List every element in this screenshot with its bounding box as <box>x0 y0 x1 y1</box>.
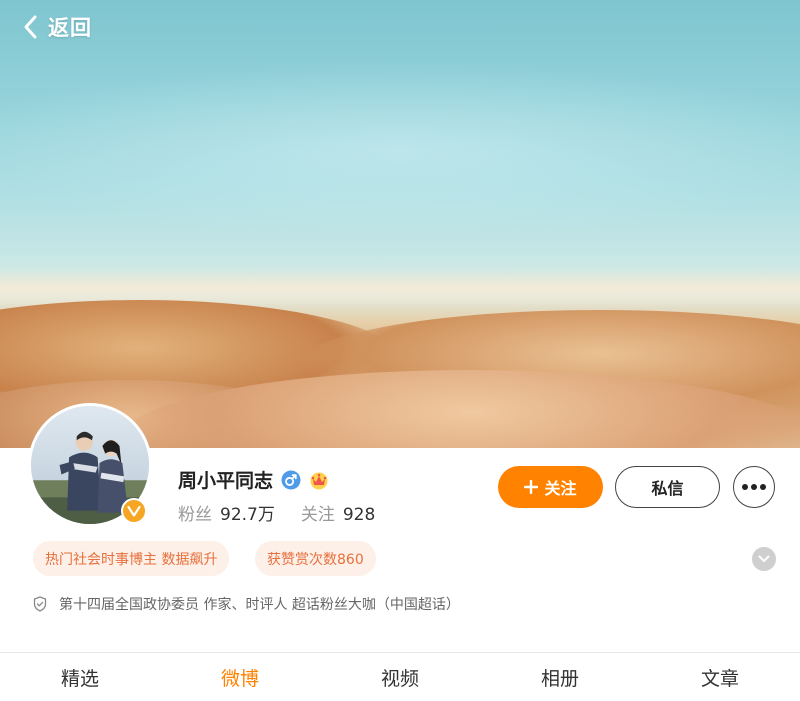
fans-label: 粉丝 <box>178 505 212 525</box>
following-count: 928 <box>342 505 376 525</box>
back-label: 返回 <box>48 16 92 40</box>
cover-sea <box>0 60 800 240</box>
male-icon <box>281 470 301 489</box>
expand-button[interactable] <box>752 547 776 571</box>
verified-v-icon <box>121 498 147 524</box>
chevron-left-icon <box>24 15 37 39</box>
profile-name-row: 周小平同志 <box>178 466 329 493</box>
following-label: 关注 <box>300 505 335 525</box>
follow-label: 关注 <box>544 479 577 498</box>
message-label: 私信 <box>651 479 684 498</box>
tag-hot-blogger[interactable]: 热门社会时事博主 数据飙升 <box>33 541 230 576</box>
tab-videos[interactable]: 视频 <box>320 653 480 701</box>
tag-reward-count[interactable]: 获赞赏次数860 <box>255 541 376 576</box>
profile-cover-image: 返回 <box>0 0 800 448</box>
tab-featured[interactable]: 精选 <box>0 653 160 701</box>
crown-badge-icon[interactable] <box>309 470 329 490</box>
message-button[interactable]: 私信 <box>615 466 720 508</box>
chevron-down-icon <box>758 555 770 562</box>
tab-albums[interactable]: 相册 <box>480 653 640 701</box>
more-button[interactable] <box>733 466 775 508</box>
profile-description: 第十四届全国政协委员 作家、时评人 超话粉丝大咖（中国超话） <box>33 594 460 614</box>
back-button[interactable]: 返回 <box>20 12 92 42</box>
following-stat[interactable]: 关注 928 <box>301 500 375 525</box>
tab-weibo[interactable]: 微博 <box>160 653 320 701</box>
plus-icon <box>524 480 539 494</box>
tab-articles[interactable]: 文章 <box>640 653 800 701</box>
more-dots-icon <box>742 484 766 490</box>
shield-icon <box>33 596 47 612</box>
profile-stats: 粉丝 92.7万 关注 928 <box>178 500 375 525</box>
profile-name: 周小平同志 <box>178 470 274 492</box>
fans-count: 92.7万 <box>220 505 275 525</box>
follow-button[interactable]: 关注 <box>498 466 603 508</box>
fans-stat[interactable]: 粉丝 92.7万 <box>178 500 275 525</box>
profile-tabs: 精选 微博 视频 相册 文章 <box>0 653 800 701</box>
description-text: 第十四届全国政协委员 作家、时评人 超话粉丝大咖（中国超话） <box>59 597 460 613</box>
